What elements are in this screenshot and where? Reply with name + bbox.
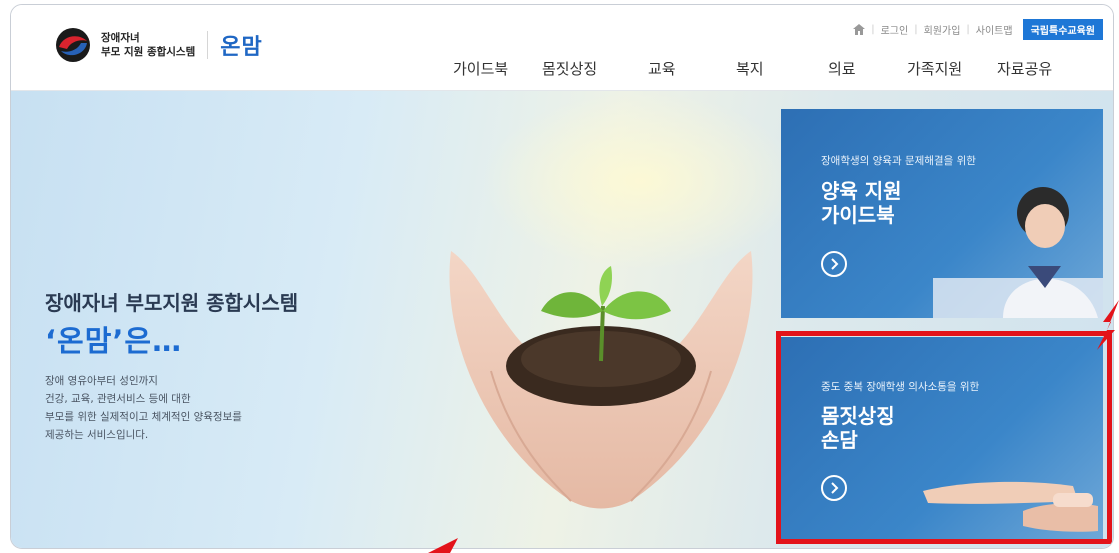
highlight-box [776, 331, 1112, 544]
logo-line-2: 부모 지원 종합시스템 [101, 46, 196, 58]
brand-name: 온맘 [220, 35, 263, 60]
util-separator: | [966, 24, 970, 35]
hero-desc-line: 제공하는 서비스입니다. [45, 429, 149, 441]
annotation-arrow-right [1097, 300, 1119, 350]
hands-with-sprout-image [449, 251, 753, 509]
arrow-circle-icon[interactable] [821, 251, 847, 277]
hero-title: 장애자녀 부모지원 종합시스템 [45, 291, 299, 315]
nav-guidebook[interactable]: 가이드북 [453, 58, 508, 79]
nav-welfare[interactable]: 복지 [736, 58, 764, 79]
nav-resource-sharing[interactable]: 자료공유 [997, 58, 1052, 79]
nav-family-support[interactable]: 가족지원 [907, 58, 962, 79]
sitemap-link[interactable]: 사이트맵 [976, 22, 1013, 37]
guidebook-card[interactable]: 장애학생의 양육과 문제해결을 위한 양육 지원 가이드북 [781, 109, 1103, 318]
hero-banner: 장애자녀 부모지원 종합시스템 ‘온맘’은… 장애 영유아부터 성인까지 건강,… [11, 91, 1113, 548]
hero-desc-line: 건강, 교육, 관련서비스 등에 대한 [45, 393, 191, 405]
logo-line-1: 장애자녀 [101, 32, 140, 44]
main-nav: 가이드북 몸짓상징 교육 복지 의료 가족지원 자료공유 [11, 58, 1113, 82]
hero-desc-line: 장애 영유아부터 성인까지 [45, 375, 158, 387]
nav-gesture-symbol[interactable]: 몸짓상징 [542, 58, 597, 79]
hero-text-block: 장애자녀 부모지원 종합시스템 ‘온맘’은… 장애 영유아부터 성인까지 건강,… [45, 287, 298, 444]
nav-education[interactable]: 교육 [648, 58, 676, 79]
site-header: 장애자녀 부모 지원 종합시스템 온맘 | 로그인 | 회원가입 | 사이트맵 … [11, 5, 1113, 91]
signup-link[interactable]: 회원가입 [924, 22, 961, 37]
util-separator: | [871, 24, 875, 35]
logo-divider [207, 31, 209, 59]
nav-medical[interactable]: 의료 [828, 58, 856, 79]
home-icon[interactable] [853, 24, 866, 35]
institute-button[interactable]: 국립특수교육원 [1022, 19, 1103, 40]
login-link[interactable]: 로그인 [881, 22, 909, 37]
guidebook-title-line-1: 양육 지원 [821, 179, 902, 203]
hero-description: 장애 영유아부터 성인까지 건강, 교육, 관련서비스 등에 대한 부모를 위한… [45, 372, 298, 444]
student-writing-image [933, 187, 1103, 318]
guidebook-card-subtitle: 장애학생의 양육과 문제해결을 위한 [821, 155, 976, 167]
annotation-arrow-bottom [428, 538, 458, 553]
logo-text: 장애자녀 부모 지원 종합시스템 [101, 31, 195, 59]
utility-nav: | 로그인 | 회원가입 | 사이트맵 국립특수교육원 [853, 19, 1103, 40]
hero-desc-line: 부모를 위한 실제적이고 체계적인 양육정보를 [45, 411, 242, 423]
guidebook-card-title: 양육 지원 가이드북 [821, 179, 902, 227]
page-frame: 장애자녀 부모 지원 종합시스템 온맘 | 로그인 | 회원가입 | 사이트맵 … [10, 4, 1114, 549]
hero-brand-heading: ‘온맘’은… [45, 324, 183, 358]
util-separator: | [914, 24, 918, 35]
guidebook-title-line-2: 가이드북 [821, 203, 895, 227]
